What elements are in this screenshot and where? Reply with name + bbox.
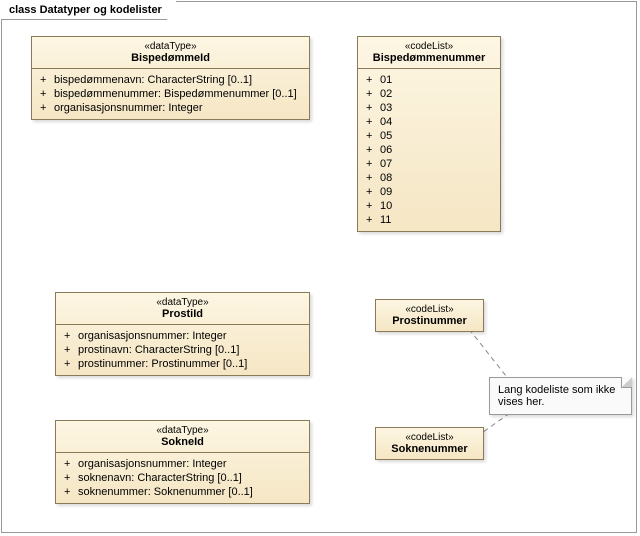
code-row: +02 xyxy=(358,87,500,101)
box-bispedommenummer: «codeList» Bispedømmenummer +01 +02 +03 … xyxy=(357,36,501,232)
class-name: SokneId xyxy=(62,436,303,448)
stereotype: «dataType» xyxy=(62,297,303,308)
box-header: «dataType» ProstiId xyxy=(56,293,309,325)
box-header: «dataType» SokneId xyxy=(56,421,309,453)
stereotype: «codeList» xyxy=(364,41,494,52)
attribute-row: +soknenummer: Soknenummer [0..1] xyxy=(56,485,309,499)
attribute-row: +prostinavn: CharacterString [0..1] xyxy=(56,343,309,357)
code-row: +06 xyxy=(358,143,500,157)
note-text: Lang kodeliste som ikke vises her. xyxy=(498,384,615,408)
class-name: ProstiId xyxy=(62,308,303,320)
code-row: +09 xyxy=(358,185,500,199)
code-row: +08 xyxy=(358,171,500,185)
attribute-row: +bispedømmenavn: CharacterString [0..1] xyxy=(32,73,309,87)
stereotype: «codeList» xyxy=(382,432,477,443)
attribute-row: +organisasjonsnummer: Integer xyxy=(56,329,309,343)
box-header: «codeList» Soknenummer xyxy=(376,428,483,459)
attr-compartment: +organisasjonsnummer: Integer +soknenavn… xyxy=(56,453,309,503)
code-row: +05 xyxy=(358,129,500,143)
box-header: «codeList» Bispedømmenummer xyxy=(358,37,500,69)
stereotype: «codeList» xyxy=(382,304,477,315)
box-header: «codeList» Prostinummer xyxy=(376,300,483,331)
attribute-row: +organisasjonsnummer: Integer xyxy=(56,457,309,471)
code-row: +10 xyxy=(358,199,500,213)
box-sokne-id: «dataType» SokneId +organisasjonsnummer:… xyxy=(55,420,310,504)
diagram-frame: class Datatyper og kodelister «dataType»… xyxy=(1,1,637,533)
box-soknenummer: «codeList» Soknenummer xyxy=(375,427,484,460)
attr-compartment: +bispedømmenavn: CharacterString [0..1] … xyxy=(32,69,309,119)
class-name: Prostinummer xyxy=(382,315,477,327)
box-header: «dataType» BispedømmeId xyxy=(32,37,309,69)
code-row: +03 xyxy=(358,101,500,115)
stereotype: «dataType» xyxy=(62,425,303,436)
note: Lang kodeliste som ikke vises her. xyxy=(489,377,632,415)
box-bispedomme-id: «dataType» BispedømmeId +bispedømmenavn:… xyxy=(31,36,310,120)
attribute-row: +soknenavn: CharacterString [0..1] xyxy=(56,471,309,485)
stereotype: «dataType» xyxy=(38,41,303,52)
code-row: +11 xyxy=(358,213,500,227)
code-compartment: +01 +02 +03 +04 +05 +06 +07 +08 +09 +10 … xyxy=(358,69,500,231)
frame-title: class Datatyper og kodelister xyxy=(1,1,177,20)
code-row: +07 xyxy=(358,157,500,171)
attribute-row: +prostinummer: Prostinummer [0..1] xyxy=(56,357,309,371)
class-name: Bispedømmenummer xyxy=(364,52,494,64)
code-row: +01 xyxy=(358,73,500,87)
attribute-row: +bispedømmenummer: Bispedømmenummer [0..… xyxy=(32,87,309,101)
attribute-row: +organisasjonsnummer: Integer xyxy=(32,101,309,115)
class-name: Soknenummer xyxy=(382,443,477,455)
attr-compartment: +organisasjonsnummer: Integer +prostinav… xyxy=(56,325,309,375)
box-prosti-id: «dataType» ProstiId +organisasjonsnummer… xyxy=(55,292,310,376)
code-row: +04 xyxy=(358,115,500,129)
class-name: BispedømmeId xyxy=(38,52,303,64)
box-prostinummer: «codeList» Prostinummer xyxy=(375,299,484,332)
